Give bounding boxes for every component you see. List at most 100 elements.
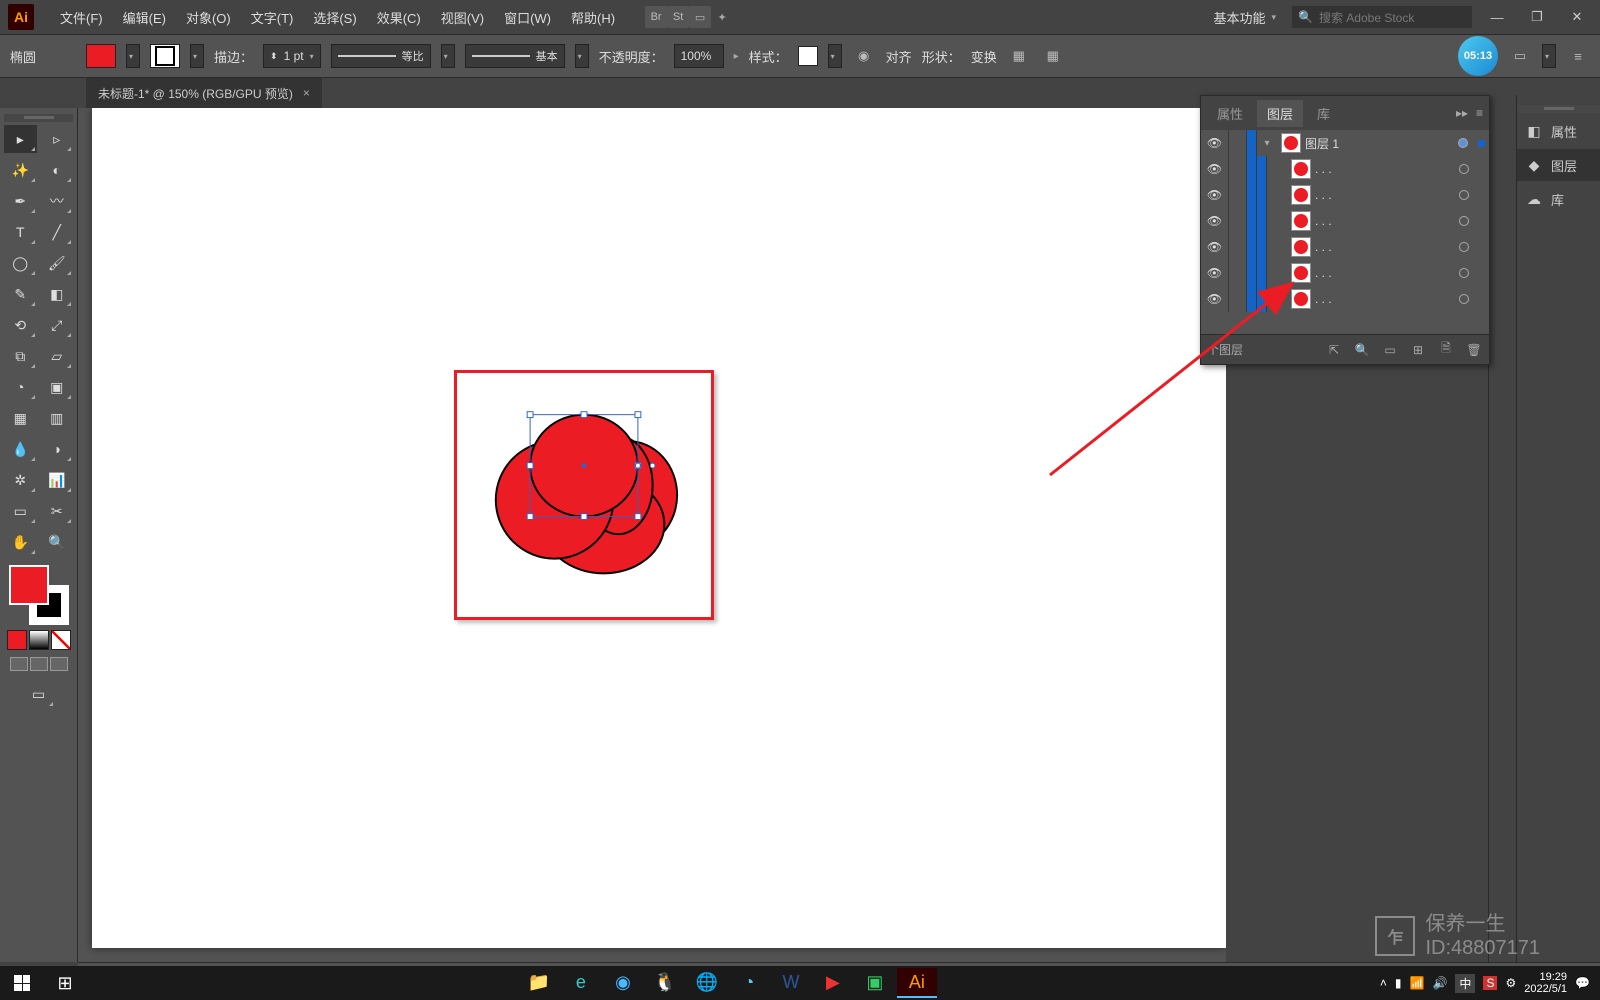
- visibility-toggle[interactable]: 👁: [1201, 182, 1229, 208]
- color-mode[interactable]: [7, 630, 27, 650]
- panel-tab-libraries[interactable]: 库: [1307, 100, 1340, 127]
- sublayer-row[interactable]: 👁. . .: [1201, 234, 1489, 260]
- close-tab-icon[interactable]: ×: [303, 86, 310, 100]
- artwork-circles[interactable]: [481, 397, 687, 593]
- tray-volume-icon[interactable]: 🔊: [1432, 976, 1447, 990]
- taskbar-app-qq[interactable]: 🐧: [645, 968, 685, 998]
- visibility-toggle[interactable]: 👁: [1201, 286, 1229, 312]
- stroke-dropdown[interactable]: [190, 44, 204, 68]
- paintbrush-tool[interactable]: 🖌: [41, 249, 74, 277]
- panel-btn[interactable]: ▭: [1508, 44, 1532, 68]
- fill-dropdown[interactable]: [126, 44, 140, 68]
- artboard-tool[interactable]: ▭: [4, 497, 37, 525]
- panel-expand[interactable]: [1542, 44, 1556, 68]
- visibility-toggle[interactable]: 👁: [1201, 260, 1229, 286]
- draw-inside[interactable]: [50, 657, 68, 671]
- sublayer-row[interactable]: 👁. . .: [1201, 286, 1489, 312]
- taskbar-word[interactable]: W: [771, 968, 811, 998]
- tray-battery-icon[interactable]: ▮: [1395, 976, 1402, 990]
- layer-row-top[interactable]: 👁 ▾ 图层 1: [1201, 130, 1489, 156]
- recolor-icon[interactable]: ◉: [852, 44, 876, 68]
- task-view-button[interactable]: ⊞: [44, 966, 86, 1000]
- tray-ime[interactable]: 中: [1455, 974, 1475, 993]
- graphic-style-swatch[interactable]: [798, 46, 818, 66]
- layer-name[interactable]: 图层 1: [1305, 135, 1452, 152]
- make-clip-mask-icon[interactable]: ▭: [1381, 341, 1399, 359]
- slice-tool[interactable]: ✂: [41, 497, 74, 525]
- taskbar-app-green[interactable]: ▣: [855, 968, 895, 998]
- scale-tool[interactable]: ⤢: [41, 311, 74, 339]
- menu-file[interactable]: 文件(F): [50, 8, 113, 27]
- panel-collapse-icon[interactable]: ▸▸: [1456, 106, 1468, 120]
- visibility-toggle[interactable]: 👁: [1201, 156, 1229, 182]
- panel-tab-properties[interactable]: 属性: [1207, 100, 1253, 127]
- bridge-icon[interactable]: Br: [645, 6, 667, 28]
- taskbar-illustrator[interactable]: Ai: [897, 968, 937, 998]
- curvature-tool[interactable]: 〰: [41, 187, 74, 215]
- taskbar-edge[interactable]: e: [561, 968, 601, 998]
- taskbar-app-red[interactable]: ▶: [813, 968, 853, 998]
- layers-list[interactable]: 👁 ▾ 图层 1 👁. . . 👁. . . 👁. . . 👁. . . 👁. …: [1201, 130, 1489, 334]
- taskbar-explorer[interactable]: 📁: [519, 968, 559, 998]
- sublayer-row[interactable]: 👁. . .: [1201, 208, 1489, 234]
- lasso-tool[interactable]: ◐: [41, 156, 74, 184]
- direct-selection-tool[interactable]: ▹: [41, 125, 74, 153]
- sublayer-row[interactable]: 👁. . .: [1201, 156, 1489, 182]
- shape-builder-tool[interactable]: ◔: [4, 373, 37, 401]
- mesh-tool[interactable]: ▦: [4, 404, 37, 432]
- stock-icon[interactable]: St: [667, 6, 689, 28]
- gpu-icon[interactable]: ✦: [711, 6, 733, 28]
- tray-settings-icon[interactable]: ⚙: [1505, 976, 1516, 990]
- canvas-area[interactable]: [78, 108, 1226, 962]
- list-icon[interactable]: ≡: [1566, 44, 1590, 68]
- shape-label[interactable]: 形状：: [922, 47, 961, 66]
- panel-tab-layers[interactable]: 图层: [1257, 100, 1303, 127]
- type-tool[interactable]: T: [4, 218, 37, 246]
- style-dropdown[interactable]: [828, 44, 842, 68]
- window-restore[interactable]: ❐: [1522, 7, 1552, 27]
- tray-clock[interactable]: 19:292022/5/1: [1524, 971, 1567, 995]
- isolate-icon[interactable]: ▦: [1007, 44, 1031, 68]
- window-close[interactable]: ✕: [1562, 7, 1592, 27]
- rotate-tool[interactable]: ⟲: [4, 311, 37, 339]
- menu-help[interactable]: 帮助(H): [561, 8, 625, 27]
- draw-behind[interactable]: [30, 657, 48, 671]
- arrange-docs-icon[interactable]: ▭: [689, 6, 711, 28]
- artboard[interactable]: [92, 108, 1226, 948]
- magic-wand-tool[interactable]: ✨: [4, 156, 37, 184]
- panel-menu-icon[interactable]: ≡: [1476, 106, 1483, 120]
- fill-chip[interactable]: [9, 565, 49, 605]
- blend-tool[interactable]: ◑: [41, 435, 74, 463]
- menu-view[interactable]: 视图(V): [431, 8, 494, 27]
- menu-window[interactable]: 窗口(W): [494, 8, 561, 27]
- stroke-profile-expand[interactable]: [575, 44, 589, 68]
- stroke-dash-expand[interactable]: [441, 44, 455, 68]
- menu-select[interactable]: 选择(S): [303, 8, 366, 27]
- window-minimize[interactable]: —: [1482, 7, 1512, 27]
- start-button[interactable]: [0, 966, 44, 1000]
- hand-tool[interactable]: ✋: [4, 528, 37, 556]
- delete-layer-icon[interactable]: 🗑: [1465, 341, 1483, 359]
- stroke-dash-dropdown[interactable]: 等比: [331, 44, 431, 68]
- dock-drag[interactable]: [1517, 105, 1600, 113]
- system-tray[interactable]: ˄ ▮ 📶 🔊 中 S ⚙ 19:292022/5/1 💬: [1370, 971, 1600, 995]
- menu-object[interactable]: 对象(O): [176, 8, 241, 27]
- menu-effect[interactable]: 效果(C): [367, 8, 431, 27]
- fill-stroke-control[interactable]: [9, 565, 69, 625]
- menu-edit[interactable]: 编辑(E): [113, 8, 176, 27]
- tray-app-s[interactable]: S: [1483, 976, 1497, 990]
- sublayer-row[interactable]: 👁. . .: [1201, 260, 1489, 286]
- column-graph-tool[interactable]: 📊: [41, 466, 74, 494]
- eraser-tool[interactable]: ◧: [41, 280, 74, 308]
- tool-panel-drag[interactable]: [4, 114, 73, 122]
- free-transform-tool[interactable]: ▱: [41, 342, 74, 370]
- width-tool[interactable]: ⧉: [4, 342, 37, 370]
- taskbar-chrome[interactable]: 🌐: [687, 968, 727, 998]
- align-label[interactable]: 对齐: [886, 47, 912, 66]
- taskbar-edge2[interactable]: ◔: [729, 968, 769, 998]
- gradient-tool[interactable]: ▥: [41, 404, 74, 432]
- gradient-mode[interactable]: [29, 630, 49, 650]
- screen-mode[interactable]: ▭: [22, 680, 55, 708]
- document-tab[interactable]: 未标题-1* @ 150% (RGB/GPU 预览) ×: [86, 78, 322, 108]
- tray-chevron-icon[interactable]: ˄: [1380, 976, 1387, 990]
